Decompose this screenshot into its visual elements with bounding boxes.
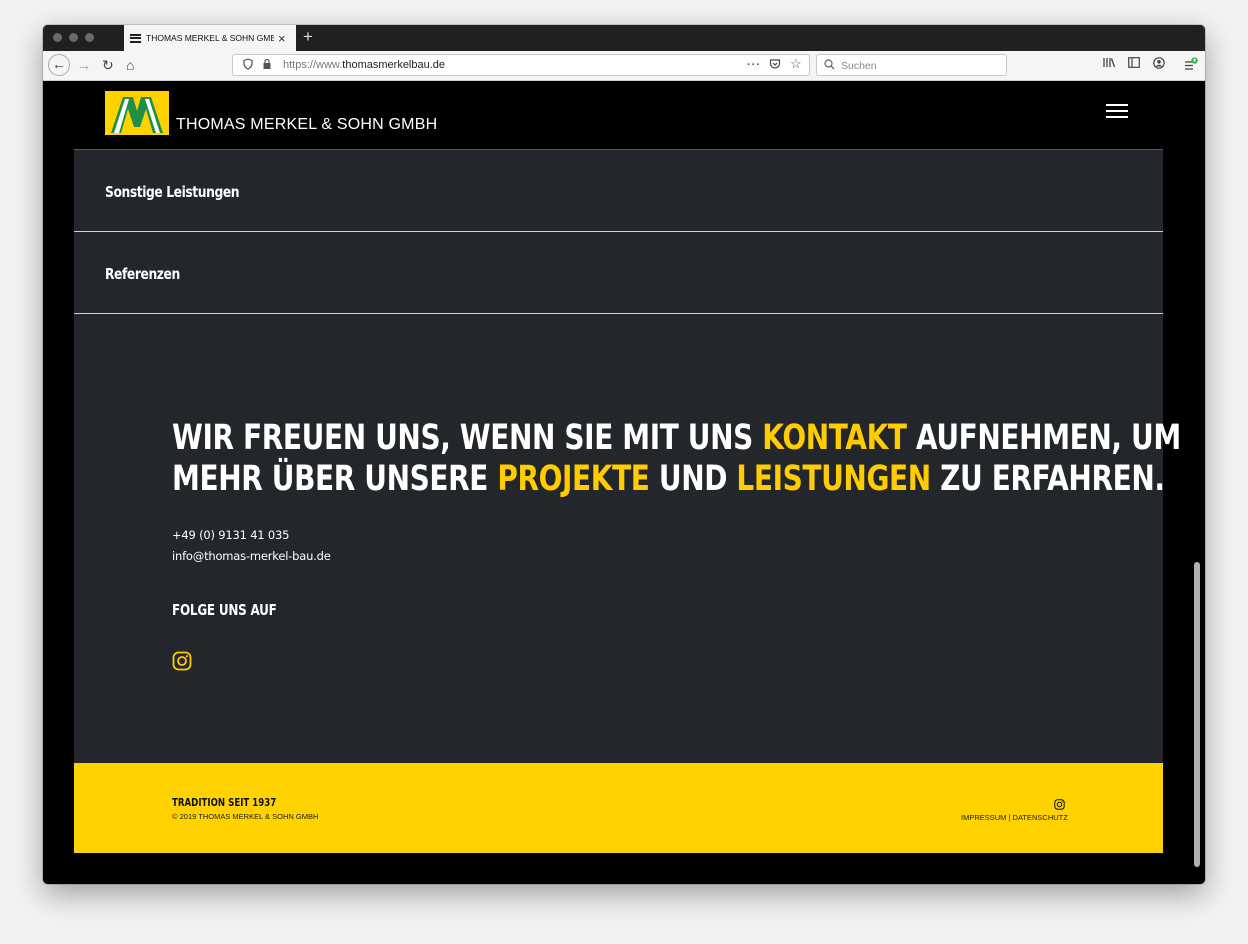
menu-item-label: Sonstige Leistungen (105, 183, 240, 201)
instagram-icon[interactable] (172, 651, 192, 671)
zoom-window-button[interactable] (85, 33, 94, 42)
brand-name[interactable]: THOMAS MERKEL & SOHN GMBH (176, 116, 437, 134)
headline-line-1: WIR FREUEN UNS, WENN SIE MIT UNS KONTAKT… (172, 418, 1181, 458)
menu-update-icon[interactable] (1184, 57, 1198, 75)
search-icon (824, 59, 835, 74)
leistungen-highlight: LEISTUNGEN (736, 459, 931, 499)
sidebar-icon[interactable] (1128, 57, 1140, 72)
footer: TRADITION SEIT 1937 © 2019 THOMAS MERKEL… (74, 763, 1163, 853)
page-scrollbar[interactable] (1194, 562, 1200, 867)
search-bar[interactable]: Suchen (816, 54, 1007, 76)
bookmark-star-icon[interactable]: ☆ (790, 57, 802, 71)
minimize-window-button[interactable] (69, 33, 78, 42)
browser-toolbar: ← → ↻ ⌂ https://www.thomasmerkelbau.de ·… (43, 51, 1205, 81)
search-input[interactable]: Suchen (841, 60, 877, 72)
close-window-button[interactable] (53, 33, 62, 42)
reload-icon[interactable]: ↻ (102, 56, 114, 74)
lock-icon[interactable] (262, 58, 272, 74)
menu-item-label: Referenzen (105, 265, 180, 283)
contact-headline: WIR FREUEN UNS, WENN SIE MIT UNS KONTAKT… (172, 418, 1181, 500)
footer-copyright: © 2019 THOMAS MERKEL & SOHN GMBH (172, 812, 319, 821)
url-text: https://www.thomasmerkelbau.de (283, 59, 446, 71)
page-actions-icon[interactable]: ··· (747, 58, 761, 72)
menu-item-sonstige-leistungen[interactable]: Sonstige Leistungen (74, 150, 1163, 232)
follow-us-heading: FOLGE UNS AUF (172, 601, 277, 619)
email-link[interactable]: info@thomas-merkel-bau.de (172, 549, 331, 563)
pocket-icon[interactable] (769, 58, 781, 74)
projekte-highlight: PROJEKTE (497, 459, 650, 499)
footer-instagram-icon[interactable] (1054, 797, 1065, 810)
phone-link[interactable]: +49 (0) 9131 41 035 (172, 528, 289, 542)
browser-tab[interactable]: THOMAS MERKEL & SOHN GMBH × (124, 25, 296, 51)
hamburger-menu-icon[interactable] (1106, 104, 1128, 118)
new-tab-button[interactable]: + (303, 27, 313, 47)
web-page: THOMAS MERKEL & SOHN GMBH Sonstige Leist… (43, 82, 1205, 884)
company-logo[interactable] (105, 91, 169, 135)
forward-icon[interactable]: → (77, 56, 91, 74)
footer-links[interactable]: IMPRESSUM | DATENSCHUTZ (961, 813, 1068, 822)
back-button[interactable]: ← (48, 54, 70, 76)
url-bar[interactable]: https://www.thomasmerkelbau.de ··· ☆ (232, 54, 810, 76)
kontakt-highlight: KONTAKT (762, 418, 907, 458)
tab-bar: THOMAS MERKEL & SOHN GMBH × + (43, 25, 1205, 51)
home-icon[interactable]: ⌂ (126, 56, 134, 74)
shield-icon[interactable] (243, 58, 253, 74)
headline-line-2: MEHR ÜBER UNSERE PROJEKTE UND LEISTUNGEN… (172, 459, 1165, 499)
hamburger-favicon-icon (130, 33, 141, 43)
tab-close-icon[interactable]: × (278, 32, 286, 45)
tab-title: THOMAS MERKEL & SOHN GMBH (146, 33, 274, 43)
footer-tagline: TRADITION SEIT 1937 (172, 797, 277, 809)
browser-window: THOMAS MERKEL & SOHN GMBH × + ← → ↻ ⌂ ht… (43, 25, 1205, 884)
menu-item-referenzen[interactable]: Referenzen (74, 232, 1163, 314)
account-icon[interactable] (1153, 57, 1165, 73)
library-icon[interactable] (1103, 57, 1116, 72)
menu-and-contact-section: Sonstige Leistungen Referenzen WIR FREUE… (74, 149, 1181, 764)
